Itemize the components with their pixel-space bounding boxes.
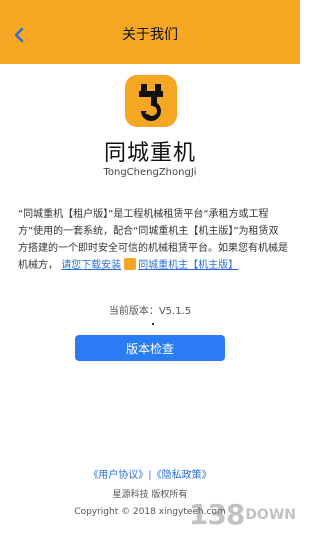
app-description: “同城重机【租户版】”是工程机械租赁平台“承租方或工程方”使用的一套系统，配合“…	[18, 206, 288, 274]
download-link-prefix: 请您下载安装	[61, 260, 122, 271]
crane-hook-icon: Z	[139, 84, 163, 121]
policy-links[interactable]: 《用户协议》|《隐私政策》	[0, 466, 300, 481]
download-owner-app-link[interactable]: 请您下载安装 同城重机主【机主版】	[61, 258, 239, 271]
check-update-button[interactable]: 版本检查	[75, 335, 225, 361]
app-name-latin: TongChengZhongJi	[103, 167, 197, 178]
site-watermark: 138 DOWN	[156, 496, 296, 533]
watermark-small: DOWN	[245, 506, 296, 523]
download-link-suffix: 同城重机主【机主版】	[138, 260, 239, 271]
version-label: 当前版本：V5.1.5	[108, 306, 192, 317]
app-logo: Z	[125, 75, 177, 127]
page-title: 关于我们	[122, 27, 178, 43]
watermark-big: 138	[188, 498, 245, 531]
app-mini-icon	[124, 258, 137, 270]
app-name: 同城重机	[103, 141, 196, 166]
top-bar: 关于我们	[0, 0, 300, 64]
svg-text:Z: Z	[145, 107, 152, 117]
dot-marker	[152, 323, 154, 325]
